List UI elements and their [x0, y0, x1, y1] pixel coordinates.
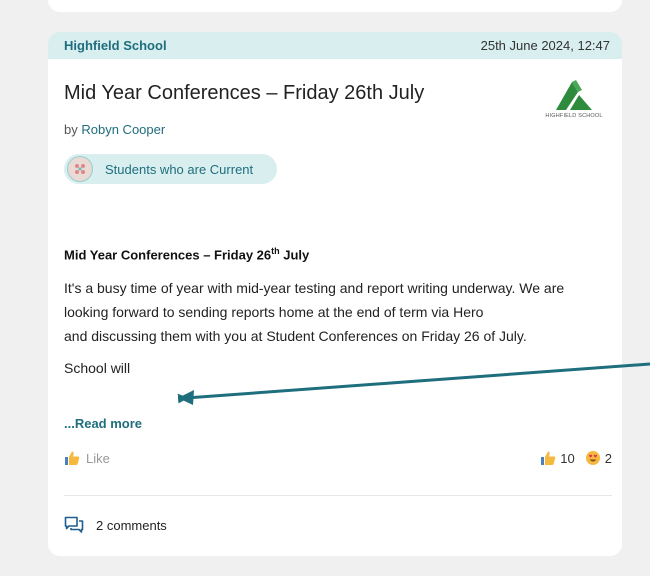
body-heading: Mid Year Conferences – Friday 26th July — [64, 246, 309, 262]
group-icon — [67, 156, 93, 182]
author-prefix: by — [64, 122, 78, 137]
audience-chip[interactable]: Students who are Current — [64, 154, 277, 184]
post-title: Mid Year Conferences – Friday 26th July — [64, 82, 425, 104]
body-paragraph: It's a busy time of year with mid-year t… — [64, 276, 612, 348]
post-card: Highfield School 25th June 2024, 12:47 M… — [48, 32, 622, 556]
post-timestamp: 25th June 2024, 12:47 — [480, 38, 610, 53]
divider — [64, 495, 612, 496]
body-heading-end: July — [279, 247, 310, 263]
like-button[interactable]: Like — [64, 450, 110, 466]
reaction-summary[interactable]: 10 2 — [530, 450, 612, 466]
heart-eyes-icon — [585, 451, 600, 465]
comments-icon — [64, 516, 84, 533]
reaction-thumbs-up[interactable]: 10 — [540, 450, 575, 466]
post-header: Highfield School 25th June 2024, 12:47 — [48, 32, 622, 59]
body-paragraph-2: School will — [64, 360, 131, 376]
body-heading-sup: th — [271, 246, 280, 256]
audience-label: Students who are Current — [105, 161, 254, 177]
school-logo: HIGHFIELD SCHOOL — [536, 78, 612, 134]
body-line: looking forward to sending reports home … — [64, 304, 484, 320]
comments-button[interactable]: 2 comments — [64, 516, 167, 534]
reaction-heart-eyes[interactable]: 2 — [585, 450, 612, 466]
author-name[interactable]: Robyn Cooper — [81, 122, 165, 137]
reaction-count: 2 — [604, 450, 612, 466]
thumbs-up-icon — [65, 451, 80, 465]
author-line: by Robyn Cooper — [64, 122, 165, 137]
logo-caption: HIGHFIELD SCHOOL — [545, 113, 603, 119]
like-label: Like — [86, 450, 110, 466]
body-line: It's a busy time of year with mid-year t… — [64, 280, 565, 296]
school-name[interactable]: Highfield School — [64, 38, 167, 53]
mountain-logo-icon — [556, 80, 592, 110]
previous-post-card — [48, 0, 622, 12]
body-line: and discussing them with you at Student … — [64, 328, 527, 344]
comments-count: 2 comments — [96, 517, 167, 533]
body-heading-main: Mid Year Conferences – Friday 26 — [64, 247, 272, 263]
thumbs-up-icon — [541, 451, 556, 465]
reaction-count: 10 — [560, 450, 575, 466]
read-more-link[interactable]: ...Read more — [64, 416, 142, 431]
